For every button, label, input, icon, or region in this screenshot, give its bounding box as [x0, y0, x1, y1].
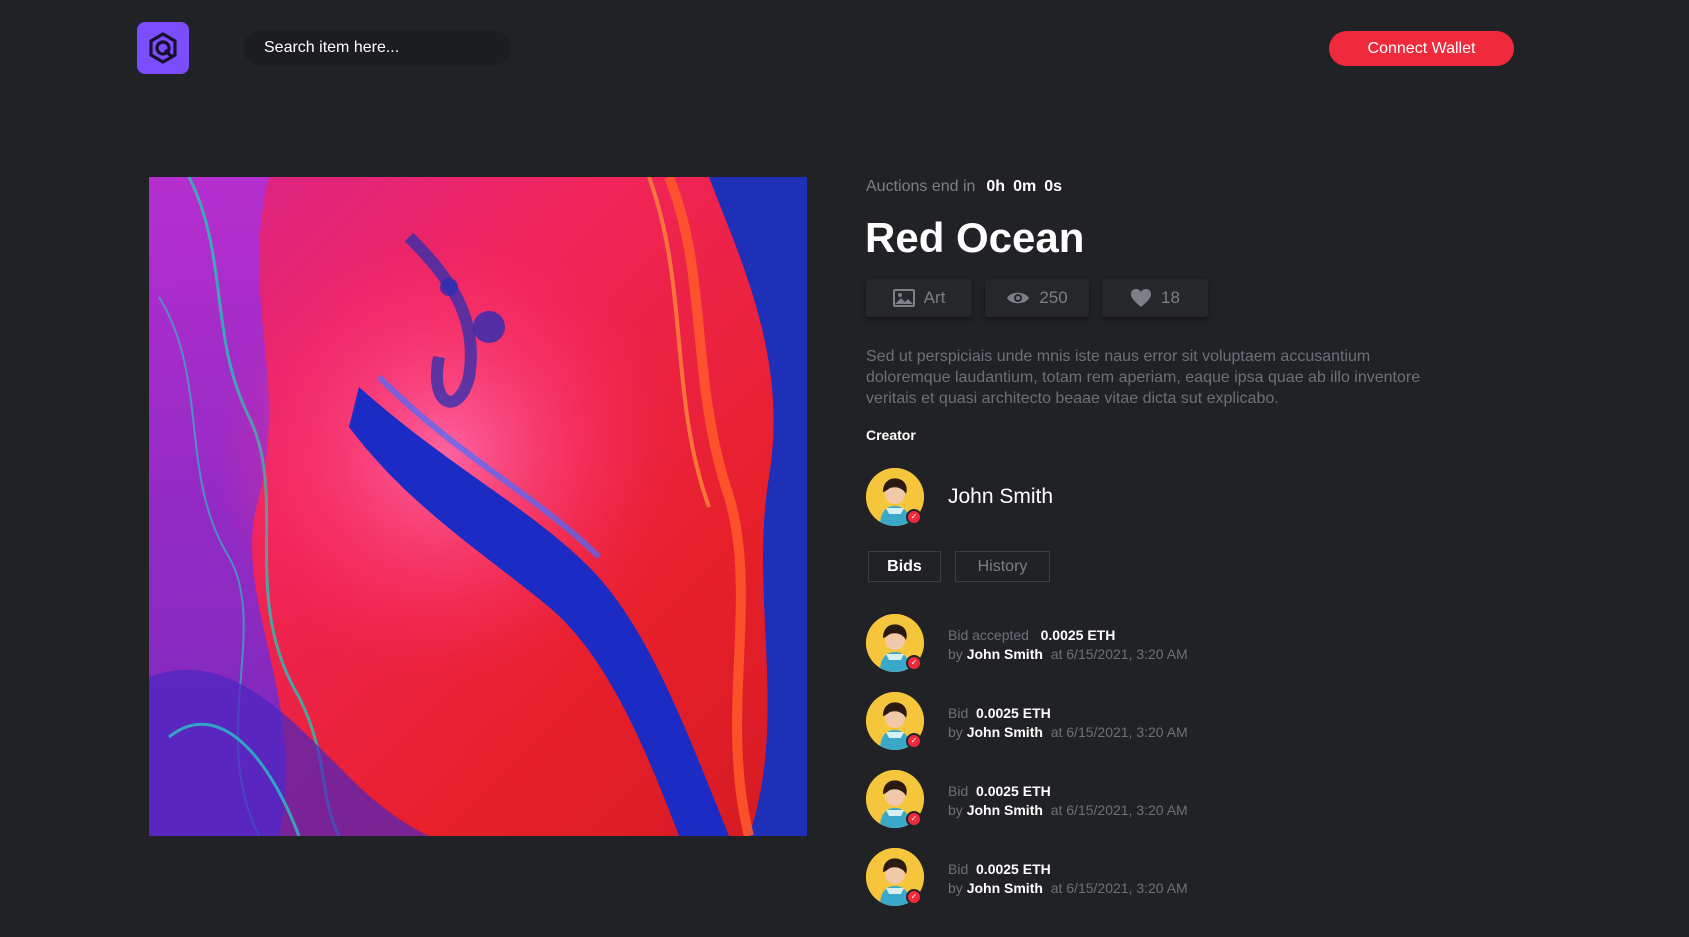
category-chip[interactable]: Art [866, 279, 972, 317]
likes-count: 18 [1161, 288, 1180, 307]
bidder-name[interactable]: John Smith [967, 802, 1043, 818]
eye-icon [1007, 292, 1030, 304]
artwork-image [149, 177, 807, 836]
auction-countdown: Auctions end in 0h 0m 0s [866, 178, 1070, 196]
category-label: Art [923, 288, 946, 307]
countdown-minutes: 0m [1013, 178, 1037, 195]
countdown-seconds: 0s [1044, 178, 1062, 195]
countdown-hours: 0h [986, 178, 1006, 195]
bid-row: ✓ Bid 0.0025 ETH by John Smith at 6/15/2… [866, 770, 1266, 830]
bid-row: ✓ Bid 0.0025 ETH by John Smith at 6/15/2… [866, 848, 1266, 908]
creator-avatar[interactable]: ✓ [866, 468, 924, 526]
image-icon [892, 289, 915, 307]
bidder-avatar[interactable]: ✓ [866, 770, 924, 828]
bid-amount: 0.0025 ETH [1040, 627, 1116, 643]
verified-badge-icon: ✓ [906, 811, 922, 827]
verified-badge-icon: ✓ [906, 889, 922, 905]
bidder-name[interactable]: John Smith [967, 880, 1043, 896]
bid-amount: 0.0025 ETH [976, 783, 1051, 799]
app-logo[interactable] [137, 22, 189, 74]
views-chip: 250 [985, 279, 1089, 317]
bid-summary: Bid 0.0025 ETH [948, 861, 1051, 877]
bid-by: by [948, 880, 963, 896]
bid-summary: Bid 0.0025 ETH [948, 705, 1051, 721]
connect-wallet-button[interactable]: Connect Wallet [1329, 31, 1514, 66]
verified-badge-icon: ✓ [906, 733, 922, 749]
creator-name[interactable]: John Smith [948, 485, 1053, 509]
views-count: 250 [1039, 288, 1068, 307]
bid-meta: by John Smith at 6/15/2021, 3:20 AM [948, 646, 1188, 662]
bid-time: at 6/15/2021, 3:20 AM [1050, 724, 1188, 740]
bid-type: Bid [948, 705, 969, 721]
bid-summary: Bid 0.0025 ETH [948, 783, 1051, 799]
search-bar [243, 31, 511, 65]
bid-row: ✓ Bid accepted 0.0025 ETH by John Smith … [866, 614, 1266, 674]
creator-label: Creator [866, 427, 916, 443]
bid-type: Bid [948, 861, 969, 877]
bidder-name[interactable]: John Smith [967, 724, 1043, 740]
bid-amount: 0.0025 ETH [976, 705, 1051, 721]
bidder-name[interactable]: John Smith [967, 646, 1043, 662]
bid-by: by [948, 802, 963, 818]
bidder-avatar[interactable]: ✓ [866, 614, 924, 672]
bid-time: at 6/15/2021, 3:20 AM [1050, 880, 1188, 896]
bid-meta: by John Smith at 6/15/2021, 3:20 AM [948, 724, 1188, 740]
bid-summary: Bid accepted 0.0025 ETH [948, 627, 1115, 643]
heart-icon [1131, 289, 1152, 307]
bid-by: by [948, 646, 963, 662]
bid-time: at 6/15/2021, 3:20 AM [1050, 802, 1188, 818]
bid-row: ✓ Bid 0.0025 ETH by John Smith at 6/15/2… [866, 692, 1266, 752]
verified-badge-icon: ✓ [906, 509, 922, 525]
bid-amount: 0.0025 ETH [976, 861, 1051, 877]
bid-type: Bid accepted [948, 627, 1029, 643]
bid-meta: by John Smith at 6/15/2021, 3:20 AM [948, 802, 1188, 818]
verified-badge-icon: ✓ [906, 655, 922, 671]
item-title: Red Ocean [865, 214, 1085, 261]
bid-meta: by John Smith at 6/15/2021, 3:20 AM [948, 880, 1188, 896]
search-input[interactable] [243, 39, 511, 57]
bid-time: at 6/15/2021, 3:20 AM [1050, 646, 1188, 662]
bidder-avatar[interactable]: ✓ [866, 848, 924, 906]
item-detail-page: Connect Wallet [0, 0, 1689, 937]
bid-by: by [948, 724, 963, 740]
tab-history[interactable]: History [955, 551, 1050, 582]
auction-label: Auctions end in [866, 178, 976, 195]
item-description: Sed ut perspiciais unde mnis iste naus e… [866, 348, 1421, 407]
bidder-avatar[interactable]: ✓ [866, 692, 924, 750]
bid-type: Bid [948, 783, 969, 799]
logo-icon [149, 32, 177, 64]
tab-bids[interactable]: Bids [868, 551, 941, 582]
likes-chip[interactable]: 18 [1102, 279, 1208, 317]
